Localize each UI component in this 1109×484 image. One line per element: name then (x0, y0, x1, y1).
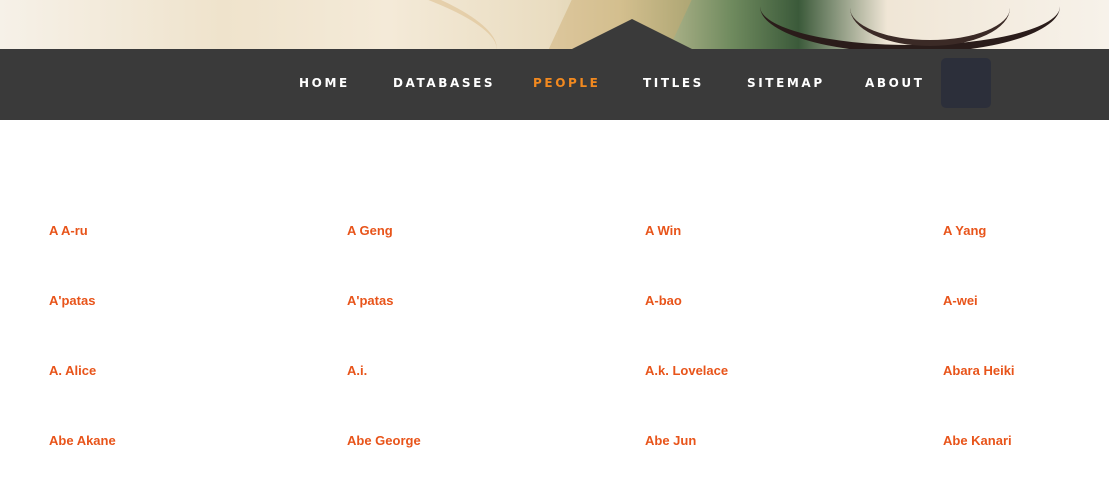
person-link[interactable]: A.k. Lovelace (645, 363, 728, 378)
person-link[interactable]: Abe George (347, 433, 421, 448)
nav-about[interactable]: ABOUT (865, 76, 925, 90)
person-link[interactable]: Abe Akane (49, 433, 116, 448)
nav-people[interactable]: PEOPLE (533, 76, 600, 90)
active-nav-pointer (572, 19, 692, 49)
person-link[interactable]: Abara Heiki (943, 363, 1015, 378)
person-link[interactable]: A'patas (49, 293, 95, 308)
nav-home[interactable]: HOME (299, 76, 350, 90)
person-link[interactable]: A. Alice (49, 363, 96, 378)
person-link[interactable]: A-bao (645, 293, 682, 308)
person-link[interactable]: A-wei (943, 293, 978, 308)
person-link[interactable]: Abe Jun (645, 433, 696, 448)
person-link[interactable]: A Yang (943, 223, 986, 238)
person-link[interactable]: A'patas (347, 293, 393, 308)
hero-banner-image (0, 0, 1109, 49)
nav-databases[interactable]: DATABASES (393, 76, 495, 90)
person-link[interactable]: Abe Kanari (943, 433, 1012, 448)
nav-sitemap[interactable]: SITEMAP (747, 76, 825, 90)
person-link[interactable]: A A-ru (49, 223, 88, 238)
nav-titles[interactable]: TITLES (643, 76, 704, 90)
person-link[interactable]: A Win (645, 223, 681, 238)
person-link[interactable]: A Geng (347, 223, 393, 238)
person-link[interactable]: A.i. (347, 363, 367, 378)
search-button[interactable] (941, 58, 991, 108)
